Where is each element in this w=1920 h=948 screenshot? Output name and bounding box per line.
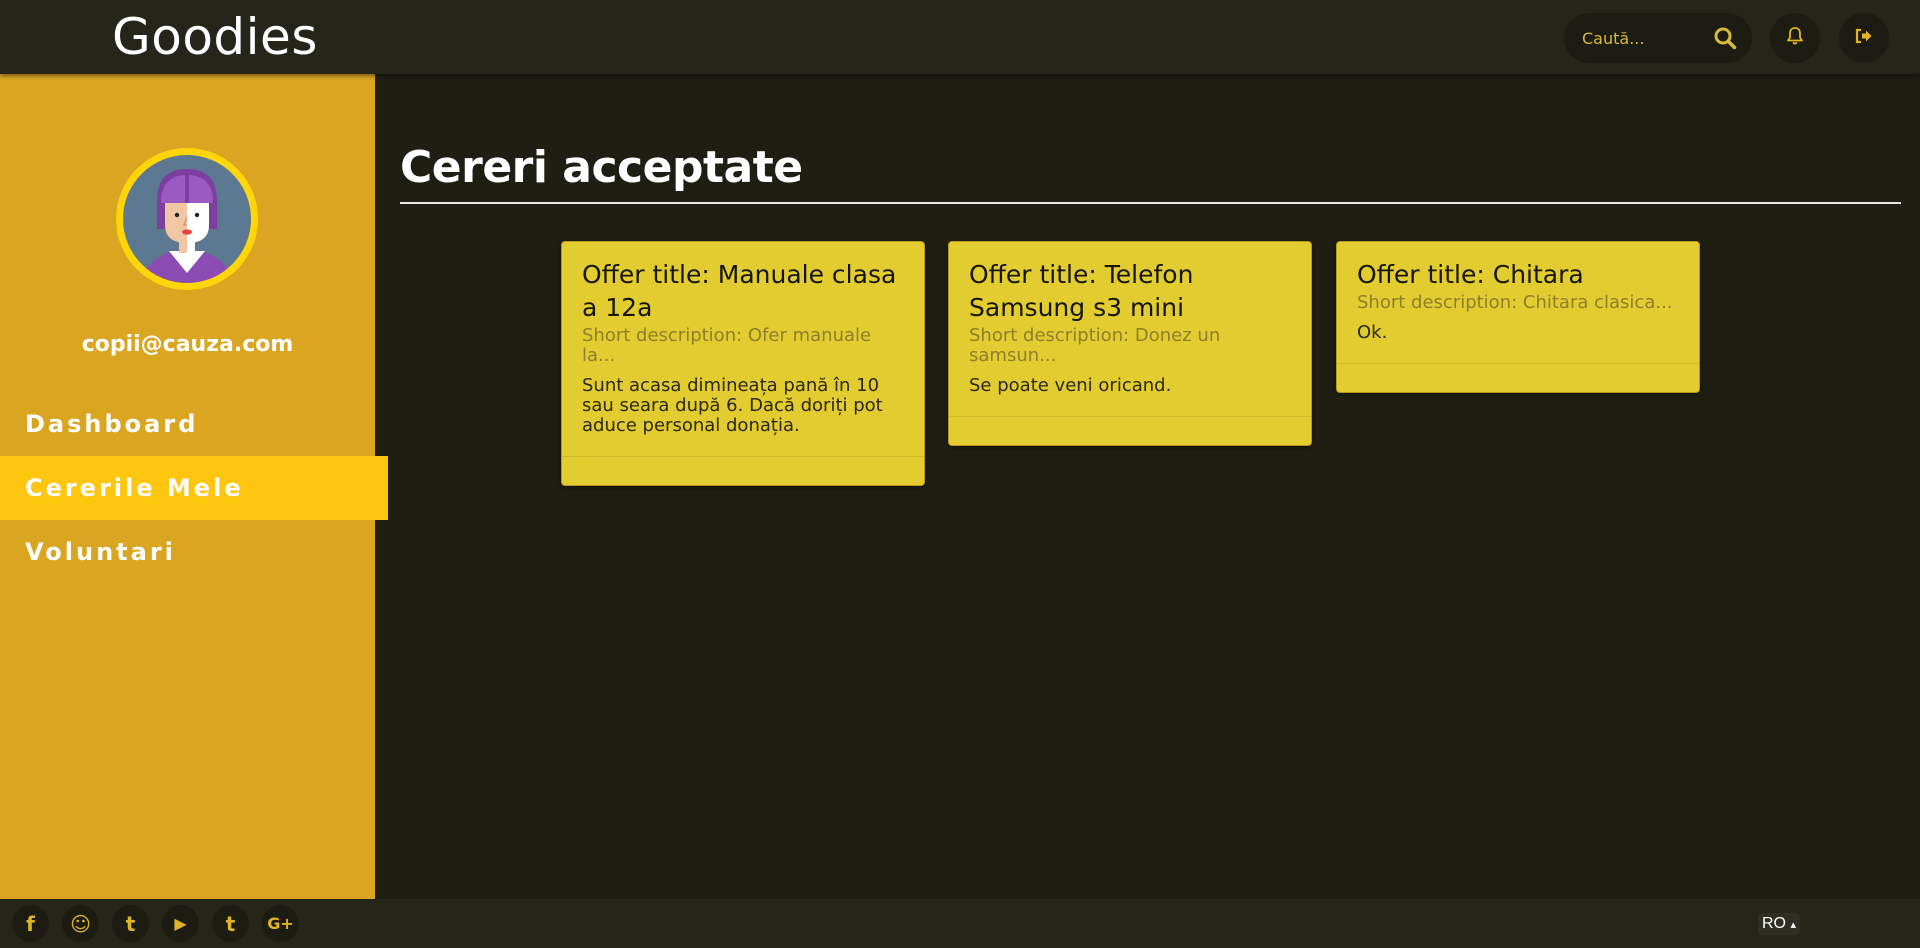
search-input[interactable] (1582, 26, 1702, 50)
sidebar-item-voluntari[interactable]: Voluntari (0, 520, 388, 584)
user-email: copii@cauza.com (81, 332, 294, 357)
card-footer (949, 416, 1311, 446)
sidebar: copii@cauza.com Dashboard Cererile Mele … (0, 74, 388, 899)
offer-card[interactable]: Offer title: Manuale clasa a 12a Short d… (561, 241, 925, 486)
notifications-button[interactable] (1770, 13, 1820, 63)
title-divider (400, 202, 1901, 204)
offer-title: Offer title: Manuale clasa a 12a (582, 260, 897, 322)
offer-title: Offer title: Chitara (1357, 260, 1584, 289)
offer-short-description: Short description: Chitara clasica... (1357, 292, 1673, 313)
offer-details: Sunt acasa dimineața pană în 10 sau sear… (582, 375, 883, 436)
search-icon[interactable] (1710, 23, 1740, 53)
avatar-ring (116, 148, 258, 290)
offer-title: Offer title: Telefon Samsung s3 mini (969, 260, 1194, 322)
google-plus-icon[interactable]: G+ (262, 905, 299, 942)
brand-logo[interactable]: Goodies (112, 6, 318, 68)
language-code: RO (1762, 915, 1786, 932)
logout-button[interactable] (1839, 13, 1889, 63)
bottom-bar: f ☺ t ▶ t G+ RO ▴ (0, 899, 1920, 948)
language-selector[interactable]: RO ▴ (1758, 913, 1800, 935)
caret-up-icon: ▴ (1790, 919, 1796, 931)
offer-details: Ok. (1357, 322, 1388, 343)
card-footer (1337, 363, 1699, 393)
card-footer (562, 456, 924, 486)
offer-card[interactable]: Offer title: Telefon Samsung s3 mini Sho… (948, 241, 1312, 446)
sidebar-item-dashboard[interactable]: Dashboard (0, 392, 388, 456)
tumblr-icon[interactable]: t (212, 905, 249, 942)
facebook-icon[interactable]: f (12, 905, 49, 942)
page-title: Cereri acceptate (400, 142, 803, 193)
twitter-icon[interactable]: t (112, 905, 149, 942)
offer-short-description: Short description: Donez un samsun... (969, 325, 1221, 366)
sidebar-item-cererile-mele[interactable]: Cererile Mele (0, 456, 388, 520)
offer-short-description: Short description: Ofer manuale la... (582, 325, 872, 366)
github-icon[interactable]: ☺ (62, 905, 99, 942)
top-header: Goodies (0, 0, 1920, 74)
sign-out-icon (1854, 26, 1874, 50)
offer-details: Se poate veni oricand. (969, 375, 1172, 396)
sidebar-nav: Dashboard Cererile Mele Voluntari (0, 392, 388, 584)
bell-icon (1785, 26, 1805, 50)
youtube-icon[interactable]: ▶ (162, 905, 199, 942)
search-box (1564, 13, 1752, 63)
offer-card[interactable]: Offer title: Chitara Short description: … (1336, 241, 1700, 393)
avatar[interactable] (123, 155, 251, 283)
